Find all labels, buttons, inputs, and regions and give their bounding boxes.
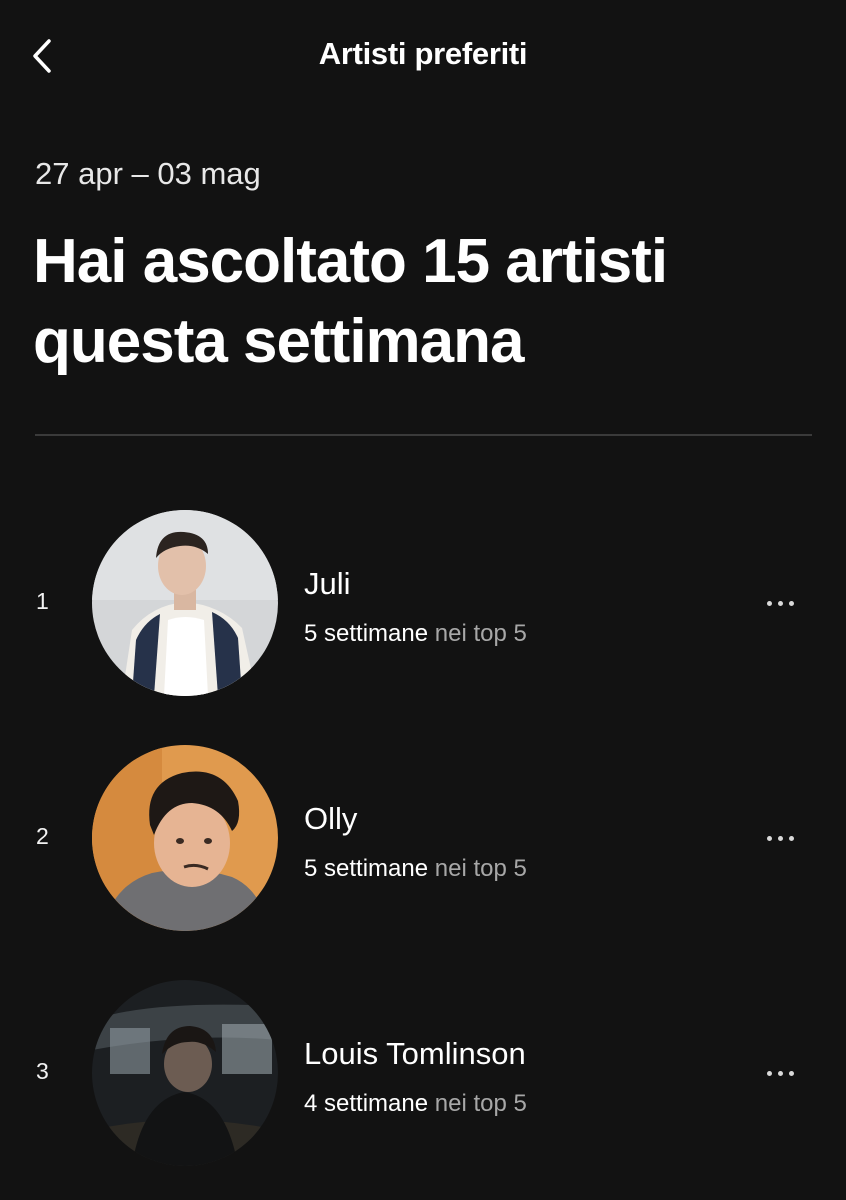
more-horizontal-icon-dot <box>777 1070 783 1076</box>
artist-row-3[interactable]: 3 Louis Tomlinson 4 settimane nei top 5 <box>0 978 846 1168</box>
weeks-count: 5 settimane <box>304 620 429 647</box>
more-horizontal-icon-dot <box>788 835 794 841</box>
artist-rank: 1 <box>36 588 49 614</box>
weeks-label: nei top 5 <box>428 1090 527 1117</box>
weeks-label: nei top 5 <box>428 855 527 882</box>
more-options-button[interactable] <box>756 1058 804 1088</box>
weeks-count: 4 settimane <box>304 1090 429 1117</box>
artist-stats: 4 settimane nei top 5 <box>304 1090 527 1118</box>
summary-headline: Hai ascoltato 15 artisti questa settiman… <box>33 227 668 376</box>
more-options-button[interactable] <box>756 823 804 853</box>
artist-name: Olly <box>304 801 358 836</box>
more-horizontal-icon <box>766 835 772 841</box>
more-horizontal-icon-dot <box>777 835 783 841</box>
more-horizontal-icon-dot <box>777 600 783 606</box>
artist-name: Juli <box>304 566 351 601</box>
divider <box>35 434 812 436</box>
more-horizontal-icon-dot <box>788 600 794 606</box>
date-range: 27 apr – 03 mag <box>35 156 261 191</box>
weeks-label: nei top 5 <box>428 620 527 647</box>
artist-avatar <box>92 745 278 931</box>
more-horizontal-icon-dot <box>788 1070 794 1076</box>
favorite-artists-screen: Artisti preferiti 27 apr – 03 mag Hai as… <box>0 0 846 1200</box>
artist-stats: 5 settimane nei top 5 <box>304 855 527 883</box>
page-title: Artisti preferiti <box>318 36 528 71</box>
artist-row-1[interactable]: 1 Juli 5 settimane nei top 5 <box>0 508 846 698</box>
more-horizontal-icon <box>766 600 772 606</box>
artist-avatar <box>92 980 278 1166</box>
more-horizontal-icon <box>766 1070 772 1076</box>
artist-avatar <box>92 510 278 696</box>
artist-stats: 5 settimane nei top 5 <box>304 620 527 648</box>
artist-rank: 2 <box>36 823 49 849</box>
top-bar: Artisti preferiti <box>0 0 846 110</box>
artist-row-2[interactable]: 2 Olly 5 settimane nei top 5 <box>0 743 846 933</box>
artist-rank: 3 <box>36 1058 49 1084</box>
artist-name: Louis Tomlinson <box>304 1036 526 1071</box>
weeks-count: 5 settimane <box>304 855 429 882</box>
more-options-button[interactable] <box>756 588 804 618</box>
